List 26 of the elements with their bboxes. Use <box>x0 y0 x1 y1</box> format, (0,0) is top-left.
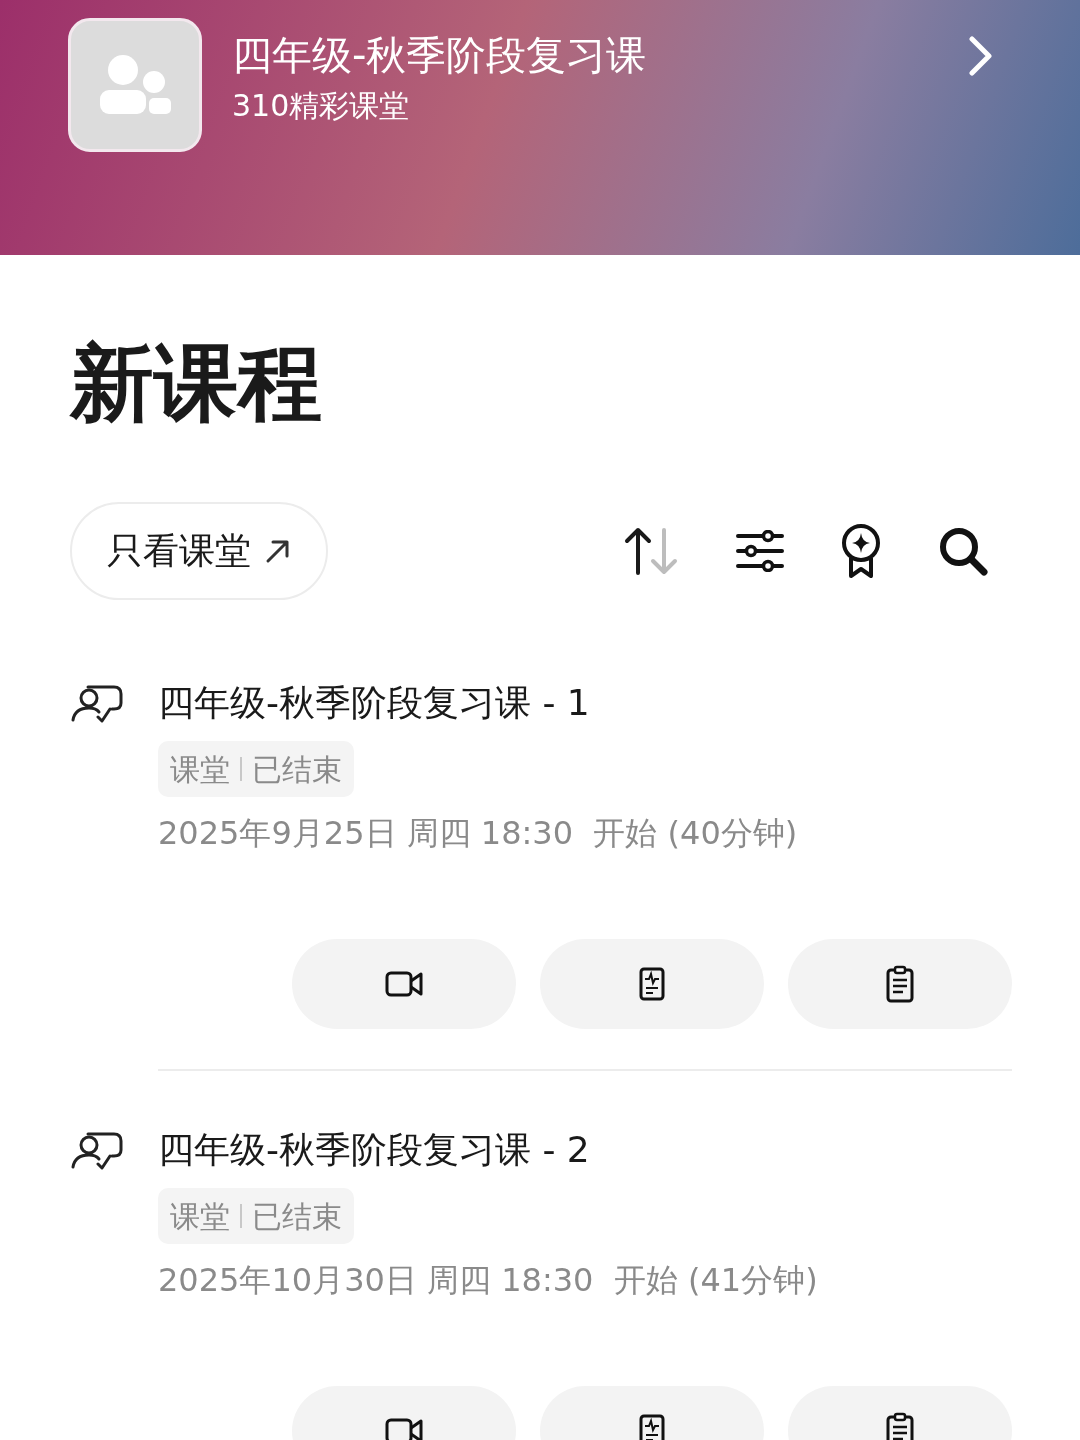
tag-status: 已结束 <box>252 750 342 789</box>
arrow-up-right-icon <box>265 538 291 564</box>
course-title[interactable]: 四年级-秋季阶段复习课 - 2 <box>158 1126 1012 1174</box>
chevron-right-icon[interactable] <box>968 36 994 76</box>
group-icon <box>97 54 173 116</box>
report-icon <box>639 1414 665 1440</box>
tag-type: 课堂 <box>170 750 230 789</box>
clipboard-icon <box>886 1412 914 1440</box>
header-banner[interactable]: 四年级-秋季阶段复习课 310精彩课堂 <box>0 0 1080 255</box>
report-icon <box>639 967 665 1001</box>
schedule-text: 2025年9月25日 周四 18:30 开始 (40分钟) <box>158 813 799 854</box>
filter-button[interactable]: 只看课堂 <box>70 502 328 600</box>
search-icon[interactable] <box>938 526 988 576</box>
class-title: 四年级-秋季阶段复习课 <box>232 31 647 80</box>
sliders-icon[interactable] <box>736 530 784 572</box>
tag-status: 已结束 <box>252 1197 342 1236</box>
clipboard-icon <box>886 965 914 1003</box>
section-title: 新课程 <box>70 333 323 431</box>
course-title[interactable]: 四年级-秋季阶段复习课 - 1 <box>158 679 1012 727</box>
schedule-text: 2025年10月30日 周四 18:30 开始 (41分钟) <box>158 1260 819 1301</box>
sort-icon[interactable] <box>624 526 680 576</box>
award-icon[interactable] <box>840 523 882 579</box>
video-camera-icon <box>385 971 423 997</box>
video-camera-icon <box>385 1418 423 1440</box>
class-subtitle: 310精彩课堂 <box>232 87 411 125</box>
tag-type: 课堂 <box>170 1197 230 1236</box>
